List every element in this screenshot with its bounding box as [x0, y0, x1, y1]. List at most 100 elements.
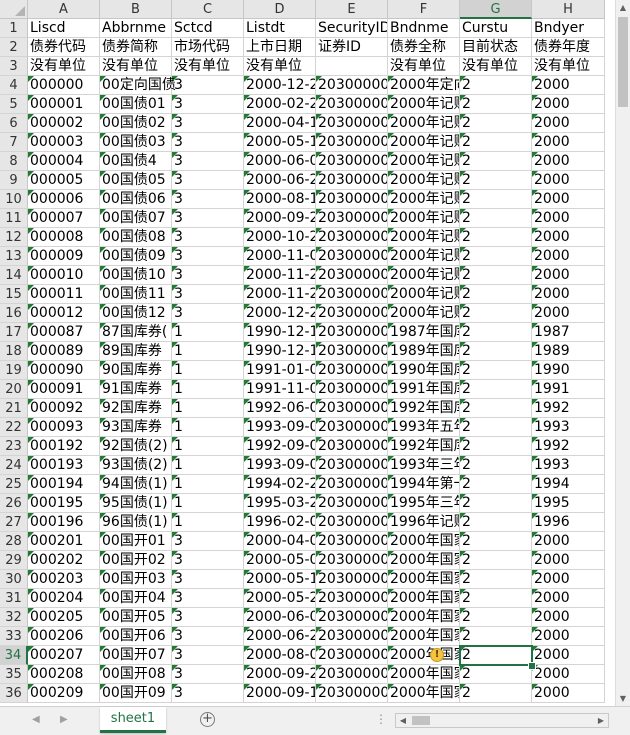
cell-e28[interactable]: 2030000007 — [316, 532, 388, 551]
row-header-15[interactable]: 15 — [0, 285, 28, 304]
cell-f24[interactable]: 1993年三年 — [388, 456, 460, 475]
cell-b3[interactable]: 没有单位 — [100, 57, 172, 76]
cell-b34[interactable]: 00国开07 — [100, 646, 172, 665]
cell-b14[interactable]: 00国债10 — [100, 266, 172, 285]
cell-e5[interactable]: 2030000010 — [316, 95, 388, 114]
cell-c11[interactable]: 3 — [172, 209, 244, 228]
cell-g31[interactable]: 2 — [460, 589, 532, 608]
cell-f23[interactable]: 1992年国库 — [388, 437, 460, 456]
cell-e4[interactable]: 2030000010 — [316, 76, 388, 95]
cell-a2[interactable]: 债券代码 — [28, 38, 100, 57]
cell-b25[interactable]: 94国债(1) — [100, 475, 172, 494]
cell-h17[interactable]: 1987 — [532, 323, 605, 342]
scroll-down-arrow-icon[interactable]: ▼ — [616, 691, 630, 706]
cell-e31[interactable]: 2030000003 — [316, 589, 388, 608]
cell-a26[interactable]: 000195 — [28, 494, 100, 513]
cell-c30[interactable]: 3 — [172, 570, 244, 589]
cell-c25[interactable]: 1 — [172, 475, 244, 494]
cell-f12[interactable]: 2000年记账 — [388, 228, 460, 247]
cell-d16[interactable]: 2000-12-2 — [244, 304, 316, 323]
cell-e26[interactable]: 2030000003 — [316, 494, 388, 513]
cell-e36[interactable]: 2030000008 — [316, 684, 388, 703]
cell-a4[interactable]: 000000 — [28, 76, 100, 95]
cell-b12[interactable]: 00国债08 — [100, 228, 172, 247]
row-header-21[interactable]: 21 — [0, 399, 28, 418]
cell-e35[interactable]: 2030000000 — [316, 665, 388, 684]
cell-a6[interactable]: 000002 — [28, 114, 100, 133]
cell-g10[interactable]: 2 — [460, 190, 532, 209]
cell-a5[interactable]: 000001 — [28, 95, 100, 114]
cell-a23[interactable]: 000192 — [28, 437, 100, 456]
cell-f19[interactable]: 1990年国库 — [388, 361, 460, 380]
cell-d7[interactable]: 2000-05-1 — [244, 133, 316, 152]
cell-b9[interactable]: 00国债05 — [100, 171, 172, 190]
cell-c32[interactable]: 3 — [172, 608, 244, 627]
cell-d4[interactable]: 2000-12-2 — [244, 76, 316, 95]
cell-a34[interactable]: 000207 — [28, 646, 100, 665]
cell-c21[interactable]: 1 — [172, 399, 244, 418]
row-header-25[interactable]: 25 — [0, 475, 28, 494]
spreadsheet-grid[interactable]: A B C D E F G H 1 Liscd Abbrnme Sctcd Listdt Security… — [0, 0, 615, 706]
row-header-19[interactable]: 19 — [0, 361, 28, 380]
cell-c10[interactable]: 3 — [172, 190, 244, 209]
cell-d30[interactable]: 2000-05-1 — [244, 570, 316, 589]
cell-h36[interactable]: 2000 — [532, 684, 605, 703]
cell-d27[interactable]: 1996-02-0 — [244, 513, 316, 532]
cell-b21[interactable]: 92国库券 — [100, 399, 172, 418]
cell-f28[interactable]: 2000年国家 — [388, 532, 460, 551]
cell-e30[interactable]: 2030000004 — [316, 570, 388, 589]
cell-h14[interactable]: 2000 — [532, 266, 605, 285]
cell-d20[interactable]: 1991-11-0 — [244, 380, 316, 399]
cell-a29[interactable]: 000202 — [28, 551, 100, 570]
cell-d23[interactable]: 1992-09-0 — [244, 437, 316, 456]
row-header-9[interactable]: 9 — [0, 171, 28, 190]
cell-b18[interactable]: 89国库券 — [100, 342, 172, 361]
cell-b31[interactable]: 00国开04 — [100, 589, 172, 608]
scroll-up-arrow-icon[interactable]: ▲ — [616, 0, 630, 15]
cell-d14[interactable]: 2000-11-2 — [244, 266, 316, 285]
cell-e2[interactable]: 证券ID — [316, 38, 388, 57]
cell-d31[interactable]: 2000-05-2 — [244, 589, 316, 608]
cell-d22[interactable]: 1993-09-0 — [244, 418, 316, 437]
cell-f35[interactable]: 2000年国家 — [388, 665, 460, 684]
cell-f33[interactable]: 2000年国家 — [388, 627, 460, 646]
cell-a21[interactable]: 000092 — [28, 399, 100, 418]
cell-b22[interactable]: 93国库券 — [100, 418, 172, 437]
cell-h2[interactable]: 债券年度 — [532, 38, 605, 57]
cell-g9[interactable]: 2 — [460, 171, 532, 190]
cell-d5[interactable]: 2000-02-2 — [244, 95, 316, 114]
cell-a14[interactable]: 000010 — [28, 266, 100, 285]
cell-d2[interactable]: 上市日期 — [244, 38, 316, 57]
column-header-e[interactable]: E — [316, 0, 388, 19]
cell-b30[interactable]: 00国开03 — [100, 570, 172, 589]
cell-b13[interactable]: 00国债09 — [100, 247, 172, 266]
row-header-11[interactable]: 11 — [0, 209, 28, 228]
row-header-14[interactable]: 14 — [0, 266, 28, 285]
cell-a17[interactable]: 000087 — [28, 323, 100, 342]
cell-a33[interactable]: 000206 — [28, 627, 100, 646]
cell-h3[interactable]: 没有单位 — [532, 57, 605, 76]
cell-c26[interactable]: 1 — [172, 494, 244, 513]
add-sheet-icon[interactable]: + — [200, 712, 215, 727]
cell-g1[interactable]: Curstu — [460, 19, 532, 38]
tab-split-handle-icon[interactable]: ⋮ — [375, 712, 387, 726]
row-header-35[interactable]: 35 — [0, 665, 28, 684]
cell-c34[interactable]: 3 — [172, 646, 244, 665]
next-sheet-icon[interactable]: ▶ — [60, 714, 68, 725]
cell-e27[interactable]: 2030000004 — [316, 513, 388, 532]
cell-h21[interactable]: 1992 — [532, 399, 605, 418]
cell-c19[interactable]: 1 — [172, 361, 244, 380]
cell-b16[interactable]: 00国债12 — [100, 304, 172, 323]
cell-b17[interactable]: 87国库券( — [100, 323, 172, 342]
cell-f1[interactable]: Bndnme — [388, 19, 460, 38]
cell-d24[interactable]: 1993-09-0 — [244, 456, 316, 475]
row-header-24[interactable]: 24 — [0, 456, 28, 475]
row-header-4[interactable]: 4 — [0, 76, 28, 95]
scroll-left-arrow-icon[interactable]: ◀ — [396, 714, 410, 727]
cell-e23[interactable]: 2030000000 — [316, 437, 388, 456]
cell-g19[interactable]: 2 — [460, 361, 532, 380]
cell-h15[interactable]: 2000 — [532, 285, 605, 304]
cell-f17[interactable]: 1987年国库 — [388, 323, 460, 342]
row-header-1[interactable]: 1 — [0, 19, 28, 38]
cell-b26[interactable]: 95国债(1) — [100, 494, 172, 513]
